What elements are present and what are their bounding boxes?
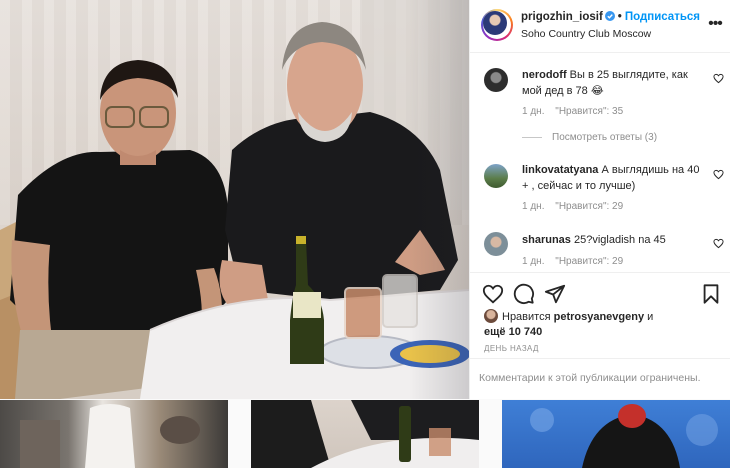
comment-likes[interactable]: "Нравится": 29 <box>555 256 623 267</box>
post-side-panel: prigozhin_iosif • Подписаться Soho Country… <box>469 0 730 399</box>
thumbnail-image <box>20 404 200 468</box>
comments-list[interactable]: nerodoff Вы в 25 выглядите, как мой дед … <box>470 54 730 272</box>
heart-icon[interactable] <box>713 169 724 180</box>
heart-icon[interactable] <box>713 73 724 84</box>
comment-meta: 1 дн. "Нравится": 29 <box>522 201 631 212</box>
post-location[interactable]: Soho Country Club Moscow <box>521 28 651 40</box>
comment-likes[interactable]: "Нравится": 35 <box>555 106 623 117</box>
comment-item: sharunas 25?vigladish na 45 1 дн. "Нрави… <box>470 220 730 272</box>
author-line: prigozhin_iosif • Подписаться <box>521 11 700 23</box>
thumbnail-image <box>530 404 718 468</box>
replies-line <box>522 136 542 138</box>
post-header: prigozhin_iosif • Подписаться Soho Country… <box>470 0 730 53</box>
comment-username[interactable]: nerodoff <box>522 69 567 81</box>
verified-icon <box>604 11 615 21</box>
photo-edge-shadow <box>409 0 469 399</box>
likes-mid: и <box>647 311 654 323</box>
view-replies-label: Посмотреть ответы (3) <box>552 132 658 143</box>
more-icon[interactable]: ••• <box>707 14 723 34</box>
bookmark-icon[interactable] <box>700 283 722 305</box>
separator-dot: • <box>617 11 622 23</box>
more-posts-strip <box>0 399 730 468</box>
likes-prefix: Нравится <box>502 311 551 323</box>
post-age[interactable]: ДЕНЬ НАЗАД <box>484 344 539 353</box>
liker-username[interactable]: petrosyanevgeny <box>554 311 644 323</box>
comment-icon[interactable] <box>513 283 535 305</box>
likes-count-link[interactable]: ещё 10 740 <box>484 326 542 338</box>
comments-restricted-note: Комментарии к этой публикации ограничены… <box>479 372 701 384</box>
comment-meta: 1 дн. "Нравится": 35 <box>522 106 631 117</box>
thumbnail[interactable] <box>0 400 228 468</box>
post-photo[interactable] <box>0 0 469 399</box>
comment-body: linkovatatyana А выглядишь на 40 + , сей… <box>522 162 702 194</box>
comment-item: linkovatatyana А выглядишь на 40 + , сей… <box>470 150 730 216</box>
post-actions: Нравится petrosyanevgeny и ещё 10 740 ДЕ… <box>470 272 730 358</box>
commenter-avatar[interactable] <box>484 164 508 188</box>
share-icon[interactable] <box>544 283 566 305</box>
photo-illustration <box>0 0 469 399</box>
liker-avatar[interactable] <box>484 309 498 323</box>
comment-time[interactable]: 1 дн. <box>522 201 544 212</box>
author-username[interactable]: prigozhin_iosif <box>521 11 603 23</box>
thumbnail[interactable] <box>502 400 730 468</box>
comment-username[interactable]: linkovatatyana <box>522 164 598 176</box>
commenter-avatar[interactable] <box>484 232 508 256</box>
heart-icon[interactable] <box>713 238 724 249</box>
view-replies-button[interactable]: Посмотреть ответы (3) <box>522 132 657 143</box>
comments-restricted-footer: Комментарии к этой публикации ограничены… <box>470 358 730 399</box>
comment-body: nerodoff Вы в 25 выглядите, как мой дед … <box>522 67 702 99</box>
comment-likes[interactable]: "Нравится": 29 <box>555 201 623 212</box>
comment-time[interactable]: 1 дн. <box>522 256 544 267</box>
comment-body: sharunas 25?vigladish na 45 <box>522 232 702 248</box>
avatar-image <box>483 11 507 35</box>
thumbnail-image <box>251 400 479 468</box>
comment-text: 25?vigladish na 45 <box>573 234 666 246</box>
likes-summary: Нравится petrosyanevgeny и ещё 10 740 <box>484 309 724 340</box>
thumbnail[interactable] <box>251 400 479 468</box>
heart-icon[interactable] <box>482 283 504 305</box>
comment-item: nerodoff Вы в 25 выглядите, как мой дед … <box>470 54 730 146</box>
follow-button[interactable]: Подписаться <box>625 11 700 23</box>
author-avatar[interactable] <box>481 9 513 41</box>
comment-username[interactable]: sharunas <box>522 234 571 246</box>
comment-meta: 1 дн. "Нравится": 29 <box>522 256 631 267</box>
comment-time[interactable]: 1 дн. <box>522 106 544 117</box>
commenter-avatar[interactable] <box>484 68 508 92</box>
